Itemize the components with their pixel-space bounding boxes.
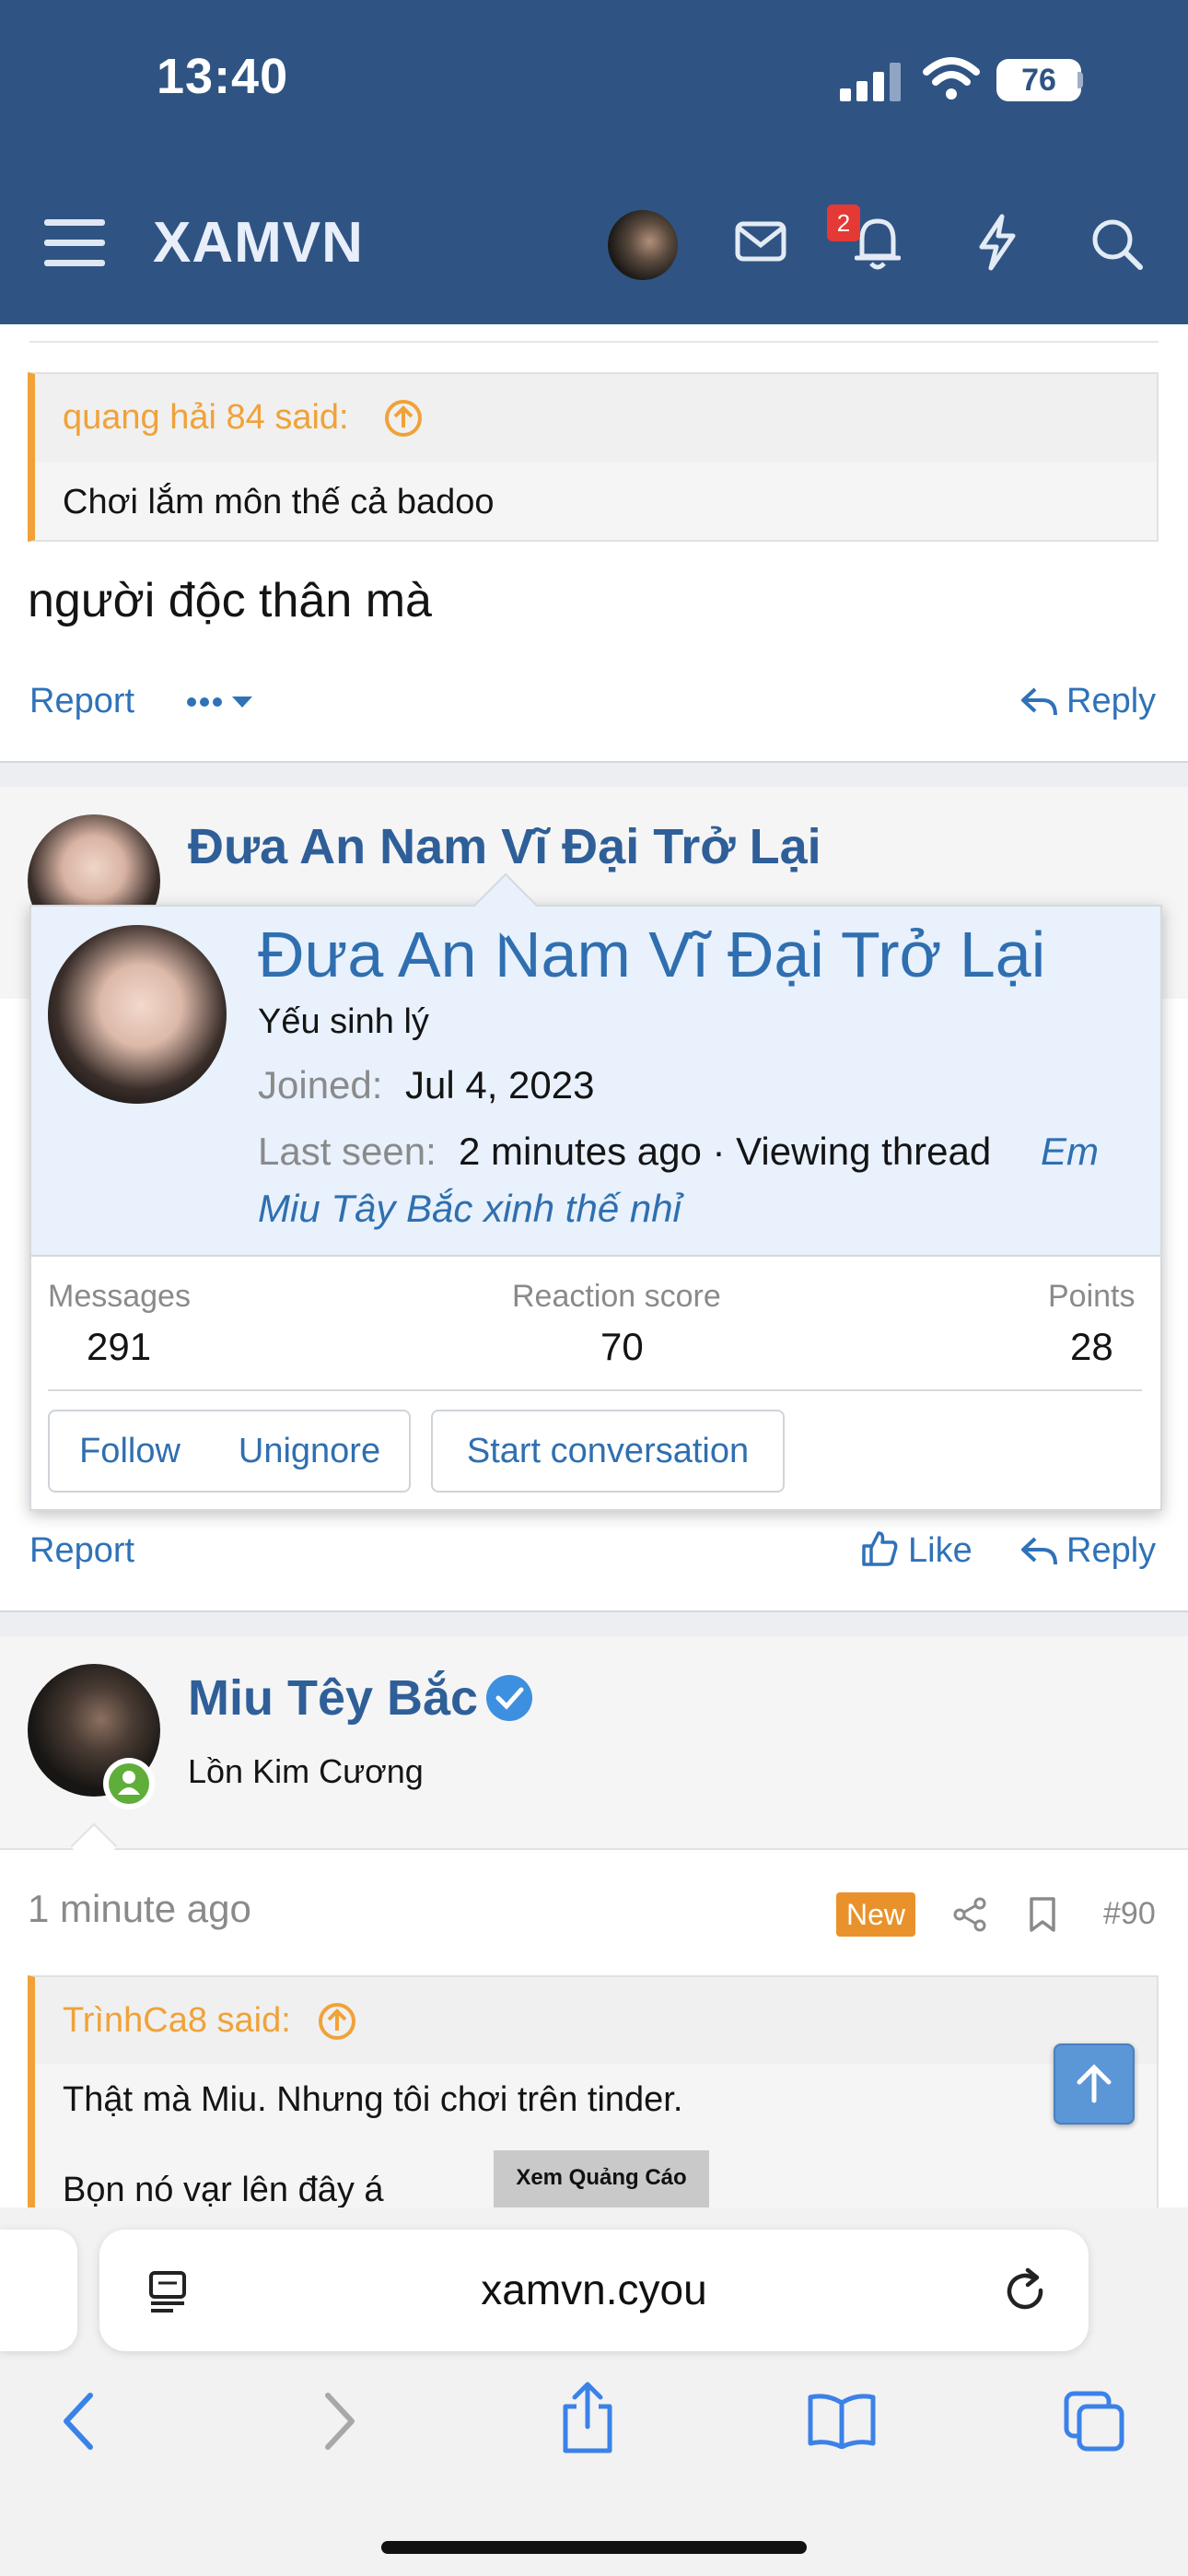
start-conversation-button[interactable]: Start conversation — [431, 1410, 785, 1493]
status-time: 13:40 — [157, 49, 289, 104]
notification-badge: 2 — [827, 205, 860, 241]
report-link-2[interactable]: Report — [29, 1531, 134, 1571]
wifi-icon — [923, 57, 980, 100]
new-badge: New — [836, 1892, 915, 1937]
user-avatar[interactable] — [608, 210, 678, 280]
share-icon[interactable] — [952, 1896, 989, 1933]
more-options-icon[interactable] — [184, 693, 258, 711]
popup-divider — [31, 1255, 1160, 1257]
last-seen-label: Last seen: — [258, 1130, 437, 1173]
post3-username[interactable]: Miu Têy Bắc — [188, 1669, 478, 1727]
signal-icon — [840, 63, 901, 101]
last-seen-value: 2 minutes ago · Viewing thread — [459, 1130, 992, 1173]
forward-icon[interactable] — [320, 2392, 357, 2451]
mail-icon[interactable] — [735, 221, 786, 262]
post-username[interactable]: Đưa An Nam Vĩ Đại Trở Lại — [188, 818, 821, 875]
arrow-up-circle-icon[interactable] — [383, 398, 424, 439]
reply-icon-2[interactable] — [1020, 1535, 1057, 1568]
popup-user-title: Yếu sinh lý — [258, 1002, 429, 1041]
stat-value-points: 28 — [1070, 1325, 1113, 1368]
post-message: người độc thân mà — [28, 574, 432, 627]
reply-link[interactable]: Reply — [1066, 682, 1156, 721]
share-sheet-icon[interactable] — [560, 2379, 615, 2454]
stat-label-reaction: Reaction score — [512, 1279, 721, 1314]
unignore-button[interactable]: Unignore — [210, 1410, 411, 1493]
joined-label: Joined: — [258, 1063, 383, 1107]
post-divider — [0, 761, 1188, 789]
post-number[interactable]: #90 — [1103, 1896, 1156, 1932]
quote-line-1: Thật mà Miu. Nhưng tôi chơi trên tinder. — [63, 2080, 683, 2119]
quote-block: quang hải 84 said: Chơi lắm môn thế cả b… — [28, 372, 1159, 542]
menu-icon[interactable] — [44, 217, 105, 269]
reply-icon[interactable] — [1020, 685, 1057, 719]
arrow-up-circle-icon-2[interactable] — [317, 2001, 357, 2042]
quote-line-2: Bọn nó vạr lên đây á — [63, 2171, 384, 2209]
quote-author-2[interactable]: TrìnhCa8 said: — [63, 2001, 291, 2041]
lightning-icon[interactable] — [976, 214, 1019, 271]
battery-indicator: 76 — [996, 59, 1081, 101]
stat-value-reaction: 70 — [600, 1325, 644, 1368]
post3-user-title: Lồn Kim Cương — [188, 1752, 424, 1790]
tabs-icon[interactable] — [1063, 2390, 1127, 2454]
battery-tip — [1077, 72, 1083, 88]
reply-link-2[interactable]: Reply — [1066, 1531, 1156, 1571]
follow-button[interactable]: Follow — [48, 1410, 212, 1493]
user-popup-card: Đưa An Nam Vĩ Đại Trở Lại Yếu sinh lý Jo… — [29, 905, 1162, 1511]
viewing-thread-link-2[interactable]: Miu Tây Bắc xinh thế nhỉ — [258, 1187, 681, 1231]
viewing-thread-link-1[interactable]: Em — [1041, 1130, 1099, 1174]
post-time[interactable]: 1 minute ago — [28, 1887, 251, 1931]
address-bar[interactable]: xamvn.cyou — [99, 2230, 1089, 2351]
stat-label-messages: Messages — [48, 1279, 191, 1314]
stat-label-points: Points — [1048, 1279, 1136, 1314]
bookmark-icon[interactable] — [1028, 1896, 1057, 1933]
home-indicator — [381, 2541, 807, 2554]
online-status-icon — [103, 1758, 155, 1809]
post-divider-2 — [0, 1610, 1188, 1638]
previous-tab-preview[interactable] — [0, 2230, 77, 2351]
back-icon[interactable] — [61, 2392, 98, 2451]
popup-avatar[interactable] — [48, 925, 227, 1104]
popup-username[interactable]: Đưa An Nam Vĩ Đại Trở Lại — [258, 918, 1045, 991]
quote-text: Chơi lắm môn thế cả badoo — [63, 483, 495, 521]
like-link[interactable]: Like — [908, 1531, 973, 1571]
report-link[interactable]: Report — [29, 682, 134, 721]
stat-value-messages: 291 — [87, 1325, 152, 1368]
joined-value: Jul 4, 2023 — [405, 1063, 595, 1107]
post3-user-header — [0, 1636, 1188, 1850]
verified-badge-icon — [486, 1675, 532, 1721]
search-icon[interactable] — [1090, 217, 1144, 271]
arrow-up-icon — [1077, 2064, 1112, 2103]
quote-author[interactable]: quang hải 84 said: — [63, 398, 349, 438]
post-separator-top — [29, 341, 1159, 343]
top-nav-bar: 13:40 76 XAMVN 2 — [0, 0, 1188, 324]
like-icon[interactable] — [860, 1529, 899, 1568]
bookmarks-icon[interactable] — [807, 2392, 877, 2449]
stats-divider — [48, 1389, 1142, 1391]
scroll-top-button[interactable] — [1054, 2043, 1135, 2125]
reload-icon[interactable] — [1002, 2266, 1050, 2316]
site-logo[interactable]: XAMVN — [153, 210, 364, 275]
url-text[interactable]: xamvn.cyou — [99, 2265, 1089, 2314]
bell-icon[interactable] — [855, 214, 901, 271]
